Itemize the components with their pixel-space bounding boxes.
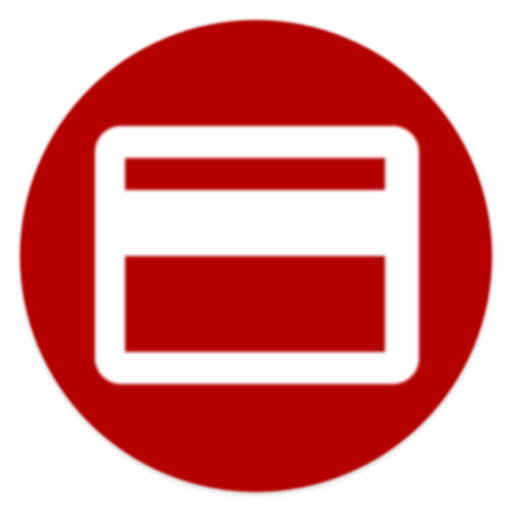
- card-top-stripe: [125, 158, 385, 190]
- app-icon-canvas: [0, 0, 512, 512]
- payment-card-icon: [95, 126, 419, 384]
- card-bottom-panel: [125, 256, 385, 352]
